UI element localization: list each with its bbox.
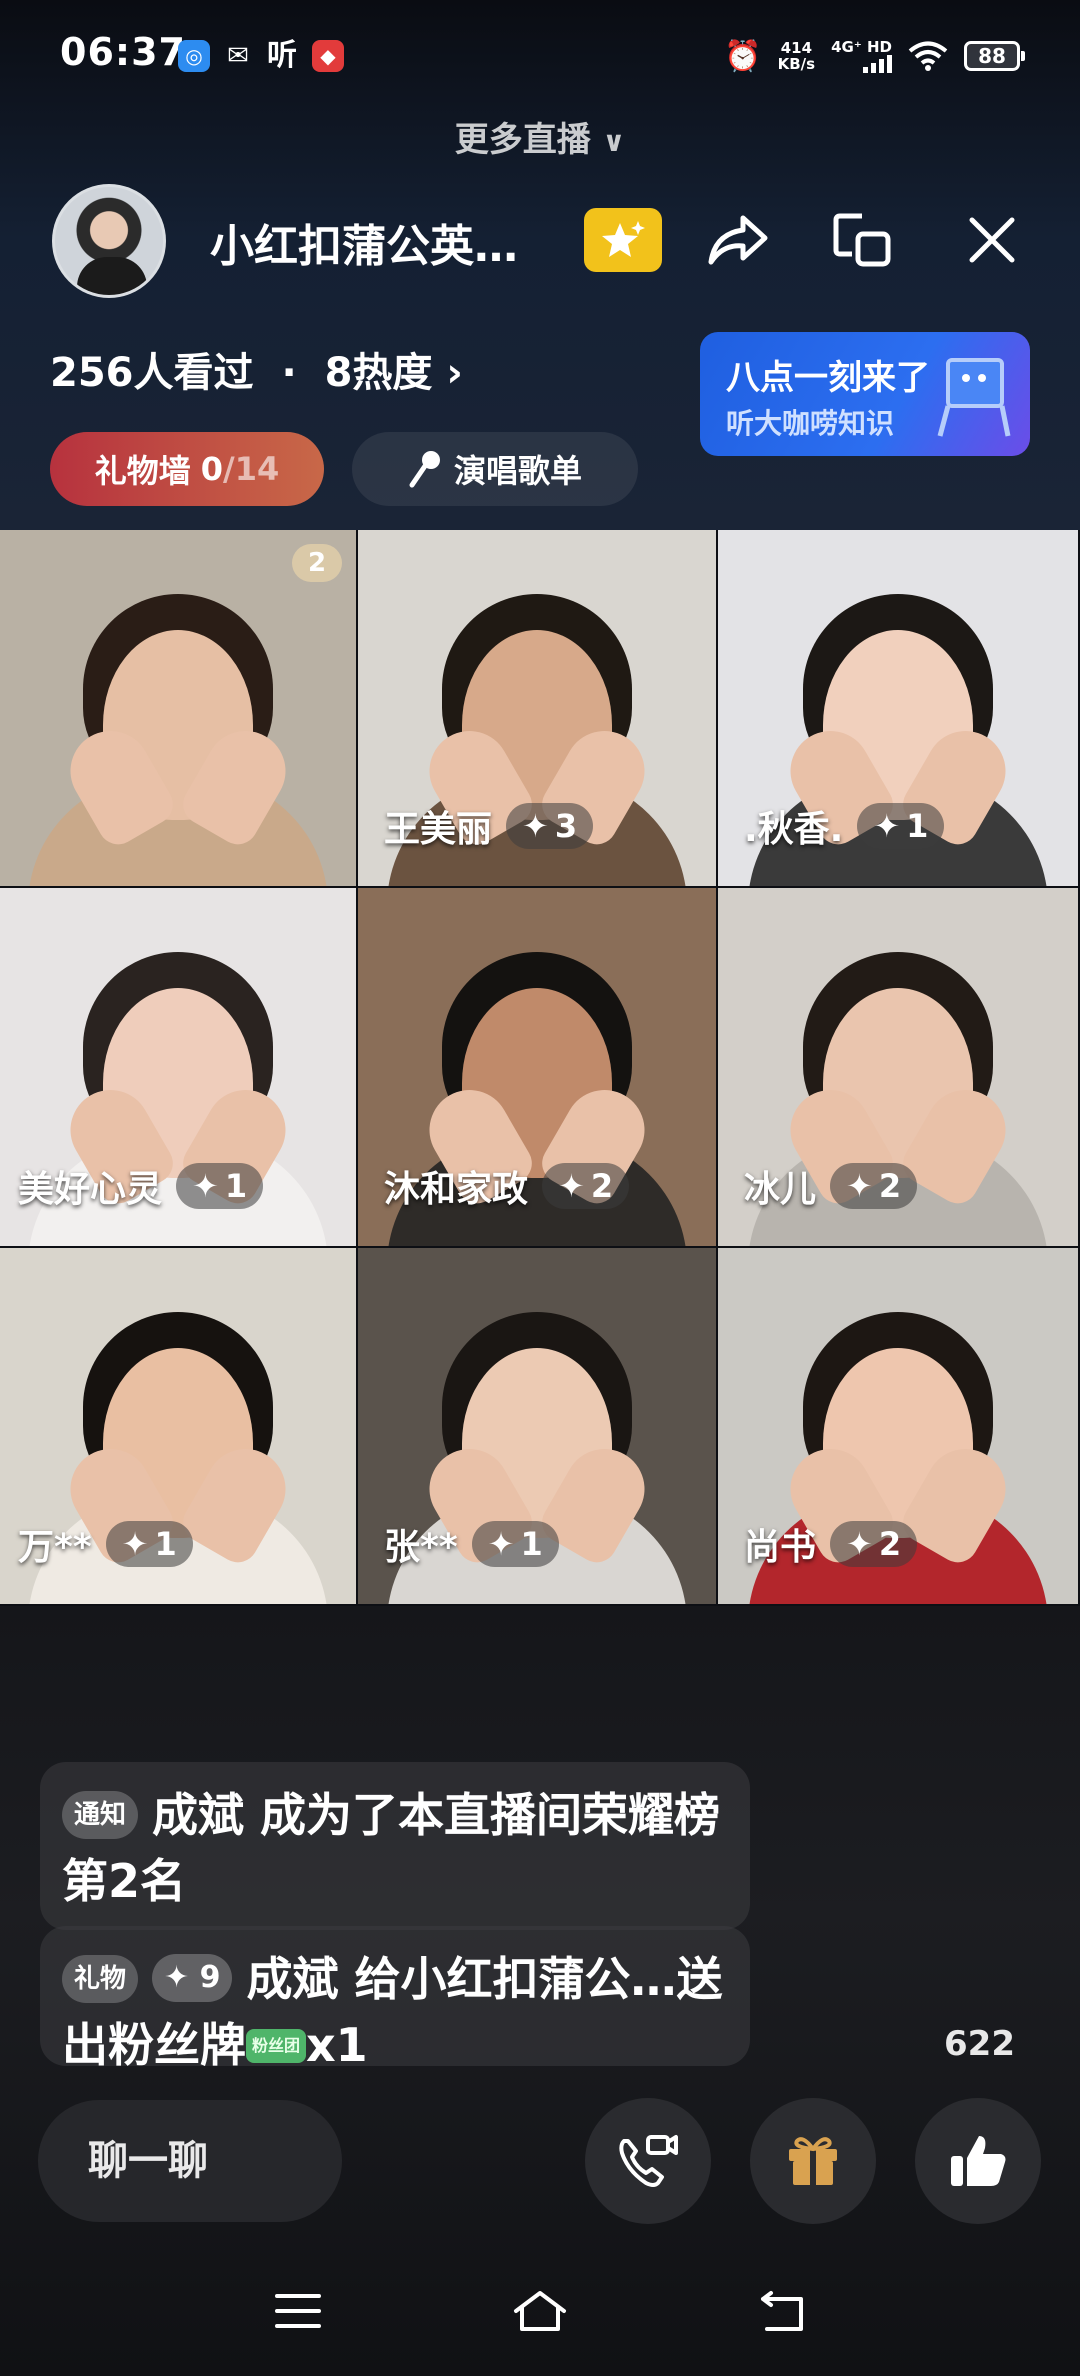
share-icon <box>708 215 768 265</box>
sparkle-icon: ✦ <box>121 1525 149 1563</box>
guest-score: ✦ 2 <box>542 1163 630 1209</box>
guest-video-tile[interactable]: 2 <box>0 530 358 888</box>
sparkle-icon: ✦ <box>522 807 549 845</box>
guest-score: ✦ 1 <box>105 1521 193 1567</box>
gift-icon <box>789 2137 837 2185</box>
share-button[interactable] <box>702 204 774 276</box>
wifi-icon <box>908 41 948 71</box>
guest-name: .秋香. <box>744 809 844 850</box>
sparkle-icon: ✦ <box>873 807 901 845</box>
guest-name: 张** <box>384 1527 458 1568</box>
guest-label: .秋香. ✦ 1 <box>744 800 945 852</box>
chat-message-notice: 通知 成斌 成为了本直播间荣耀榜第2名 <box>40 1762 750 1930</box>
picture-in-picture-icon <box>833 213 891 267</box>
guest-label: 冰儿 ✦ 2 <box>744 1160 918 1212</box>
guest-name: 王美丽 <box>384 809 493 850</box>
chair-icon <box>937 358 1011 437</box>
sparkle-icon: ✦ <box>487 1525 515 1563</box>
guest-video-tile[interactable]: 王美丽 ✦ 3 <box>358 530 718 888</box>
chat-message-text: 成斌 成为了本直播间荣耀榜第2名 <box>62 1788 721 1908</box>
chat-message-gift: 礼物 ✦ 9 成斌 给小红扣蒲公…送出粉丝牌 粉丝团 x1 <box>40 1926 750 2066</box>
guest-label: 王美丽 ✦ 3 <box>384 800 594 852</box>
battery-indicator: 88 <box>964 41 1025 71</box>
guest-name: 沐和家政 <box>384 1169 529 1210</box>
pip-button[interactable] <box>826 204 898 276</box>
chevron-down-icon: ∨ <box>602 125 626 158</box>
video-call-button[interactable] <box>585 2098 711 2224</box>
seat-number-badge: 2 <box>292 544 342 582</box>
chevron-right-icon: › <box>446 350 463 396</box>
sparkle-icon: ✦ <box>558 1167 585 1205</box>
guest-name: 冰儿 <box>744 1169 817 1210</box>
guest-video-tile[interactable]: 美好心灵 ✦ 1 <box>0 888 358 1248</box>
like-button[interactable] <box>915 2098 1041 2224</box>
guest-name: 尚书 <box>744 1527 817 1568</box>
gift-count: x1 <box>306 2018 368 2066</box>
app-icon-1: ◎ <box>178 40 210 72</box>
guest-score: ✦ 2 <box>830 1521 918 1567</box>
sparkle-icon: ✦ <box>846 1525 873 1563</box>
room-title[interactable]: 小红扣蒲公英… <box>210 210 550 274</box>
star-sparkle-icon <box>602 221 645 257</box>
gift-button[interactable] <box>750 2098 876 2224</box>
guest-score: ✦ 1 <box>176 1163 264 1209</box>
host-avatar[interactable] <box>52 184 166 298</box>
ting-app-icon: 听 <box>267 38 297 73</box>
mic-icon <box>409 451 440 488</box>
promo-subtitle: 听大咖唠知识 <box>726 407 895 440</box>
guest-label: 张** ✦ 1 <box>384 1518 559 1570</box>
promo-title: 八点一刻来了 <box>726 358 930 398</box>
wechat-icon: ✉ <box>227 41 249 71</box>
signal-icon: 4G⁺ HD <box>831 39 892 73</box>
level-badge: ✦ 9 <box>152 1954 233 2002</box>
home-icon <box>514 2291 566 2331</box>
guest-video-tile[interactable]: 冰儿 ✦ 2 <box>718 888 1080 1248</box>
promo-banner[interactable]: 八点一刻来了 听大咖唠知识 <box>700 332 1030 456</box>
guest-score: ✦ 1 <box>857 803 945 849</box>
menu-icon <box>275 2294 321 2328</box>
nav-menu-button[interactable] <box>268 2286 328 2336</box>
sparkle-icon: ✦ <box>192 1167 219 1205</box>
chat-input-button[interactable]: 聊一聊 <box>38 2100 342 2222</box>
guest-score: ✦ 1 <box>471 1521 559 1567</box>
status-time: 06:37 <box>60 30 186 74</box>
viewer-stats[interactable]: 256人看过 · 8热度 › <box>50 340 463 398</box>
gift-tag: 礼物 <box>62 1955 139 2003</box>
thumbs-up-icon <box>951 2136 1006 2186</box>
guest-video-tile[interactable]: 万** ✦ 1 <box>0 1248 358 1606</box>
guest-label: 沐和家政 ✦ 2 <box>384 1160 630 1212</box>
nav-back-button[interactable] <box>752 2286 812 2336</box>
app-icon-4: ◆ <box>312 40 344 72</box>
guest-label: 万** ✦ 1 <box>18 1518 193 1570</box>
guest-video-grid: 2 王美丽 ✦ 3 .秋香. ✦ 1 美好心灵 ✦ 1 沐和家政 ✦ 2 冰儿 ✦ 2 万** ✦ 1 张** ✦ 1 尚书… <box>0 530 1080 1606</box>
guest-label: 尚书 ✦ 2 <box>744 1518 918 1570</box>
guest-name: 美好心灵 <box>18 1169 163 1210</box>
status-bar: 06:37 ◎ ✉ 听 ◆ ⏰ 414 KB/s 4G⁺ HD 88 <box>0 0 1080 110</box>
guest-name: 万** <box>18 1527 92 1568</box>
like-count: 622 <box>944 2024 1015 2064</box>
nav-home-button[interactable] <box>510 2286 570 2336</box>
sparkle-icon: ✦ <box>846 1167 873 1205</box>
fan-club-badge: 粉丝团 <box>246 2029 307 2063</box>
guest-video-tile[interactable]: .秋香. ✦ 1 <box>718 530 1080 888</box>
guest-label: 美好心灵 ✦ 1 <box>18 1160 264 1212</box>
gift-wall-button[interactable]: 礼物墙 0 /14 <box>50 432 324 506</box>
back-icon <box>761 2291 803 2331</box>
guest-hands <box>68 729 288 819</box>
guest-score: ✦ 3 <box>506 803 594 849</box>
guest-video-tile[interactable]: 沐和家政 ✦ 2 <box>358 888 718 1248</box>
net-speed: 414 KB/s <box>777 39 816 73</box>
video-call-icon <box>619 2135 678 2187</box>
more-live-dropdown[interactable]: 更多直播 ∨ <box>0 112 1080 161</box>
close-button[interactable] <box>956 204 1028 276</box>
favorite-button[interactable] <box>584 208 662 272</box>
guest-score: ✦ 2 <box>830 1163 918 1209</box>
notice-tag: 通知 <box>62 1791 139 1839</box>
guest-video-tile[interactable]: 尚书 ✦ 2 <box>718 1248 1080 1606</box>
guest-video-tile[interactable]: 张** ✦ 1 <box>358 1248 718 1606</box>
alarm-icon: ⏰ <box>724 38 762 74</box>
song-list-button[interactable]: 演唱歌单 <box>352 432 638 506</box>
close-icon <box>969 217 1015 263</box>
